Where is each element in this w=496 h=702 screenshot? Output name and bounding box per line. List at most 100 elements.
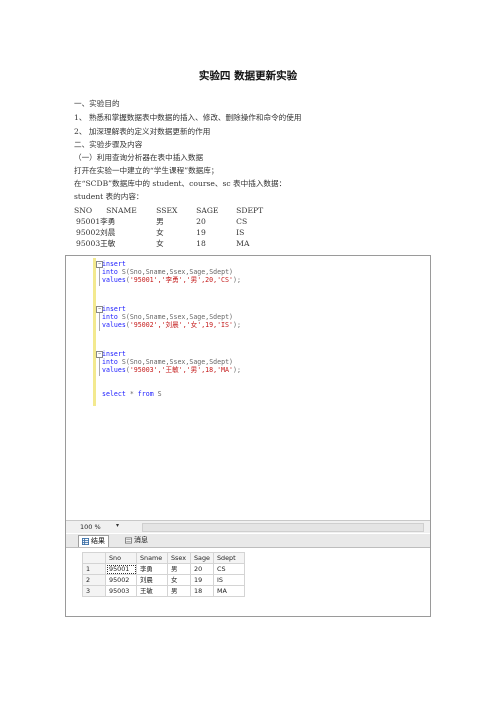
keyword: values xyxy=(102,366,126,374)
column-header[interactable]: Sdept xyxy=(213,552,245,564)
paren: ); xyxy=(232,276,241,284)
header-cell: SNO xyxy=(74,206,93,215)
tab-results-label: 结果 xyxy=(91,537,105,545)
cell: 刘晨 xyxy=(100,228,116,237)
keyword: select xyxy=(102,390,126,398)
code-line: values('95001','李勇','男',20,'CS'); xyxy=(102,276,241,284)
cell: CS xyxy=(236,217,248,226)
column-header[interactable]: Sno xyxy=(105,552,137,564)
grid-cell[interactable]: 19 xyxy=(190,574,214,586)
grid-icon xyxy=(82,537,89,545)
table-ref: S(Sno,Sname,Ssex,Sage,Sdept) xyxy=(121,358,234,366)
cell: 18 xyxy=(196,239,206,248)
grid-cell[interactable]: IS xyxy=(213,574,245,586)
fold-guide xyxy=(99,268,100,286)
grid-cell[interactable]: 李勇 xyxy=(136,563,168,575)
keyword: into xyxy=(102,268,118,276)
objective-2: 2、 加深理解表的定义对数据更新的作用 xyxy=(74,127,211,136)
instruction-insert: 在“SCDB”数据库中的 student、course、sc 表中插入数据： xyxy=(74,179,287,188)
cell: 女 xyxy=(156,239,164,248)
grid-cell[interactable]: 95002 xyxy=(105,574,137,586)
grid-cell[interactable]: 95003 xyxy=(105,585,137,597)
paren: ); xyxy=(232,321,241,329)
code-line: into S(Sno,Sname,Ssex,Sage,Sdept) xyxy=(102,358,233,366)
paren: ); xyxy=(232,366,241,374)
code-line: select * from S xyxy=(102,390,162,398)
code-line: insert xyxy=(102,260,126,268)
cell: 20 xyxy=(196,217,206,226)
tab-results[interactable]: 结果 xyxy=(78,535,109,547)
grid-row[interactable]: 3 95003 王敏 男 18 MA xyxy=(82,585,245,597)
results-tabs: 结果 消息 xyxy=(66,534,430,548)
header-cell: SNAME xyxy=(106,206,137,215)
section-heading-steps: 二、实验步骤及内容 xyxy=(74,140,143,149)
column-header[interactable]: Sname xyxy=(136,552,168,564)
student-row: 95002 刘晨 女 19 IS xyxy=(74,227,263,238)
keyword: values xyxy=(102,276,126,284)
zoom-bar: 100 % ▾ xyxy=(66,520,430,533)
cell: 李勇 xyxy=(100,217,116,226)
grid-cell[interactable]: 女 xyxy=(167,574,191,586)
grid-cell[interactable]: 男 xyxy=(167,563,191,575)
header-cell: SAGE xyxy=(196,206,219,215)
sql-editor[interactable]: − insert into S(Sno,Sname,Ssex,Sage,Sdep… xyxy=(66,256,430,520)
chevron-down-icon[interactable]: ▾ xyxy=(116,522,119,529)
values-literal: '95002','刘晨','女',19,'IS' xyxy=(129,321,233,329)
grid-cell[interactable]: 20 xyxy=(190,563,214,575)
header-cell: SSEX xyxy=(156,206,178,215)
fold-guide xyxy=(99,313,100,331)
tab-messages[interactable]: 消息 xyxy=(122,535,151,546)
keyword: insert xyxy=(102,260,126,268)
cell: IS xyxy=(236,228,245,237)
cell: 95002 xyxy=(76,228,101,237)
grid-cell[interactable]: MA xyxy=(213,585,245,597)
code-line: values('95002','刘晨','女',19,'IS'); xyxy=(102,321,241,329)
grid-cell[interactable]: CS xyxy=(213,563,245,575)
code-line: into S(Sno,Sname,Ssex,Sage,Sdept) xyxy=(102,268,233,276)
cell: 女 xyxy=(156,228,164,237)
row-number-header xyxy=(82,552,106,564)
grid-cell[interactable]: 95001 xyxy=(105,563,137,575)
row-number[interactable]: 2 xyxy=(82,574,106,586)
grid-row[interactable]: 2 95002 刘晨 女 19 IS xyxy=(82,574,245,586)
column-header[interactable]: Ssex xyxy=(167,552,191,564)
instruction-open-db: 打开在实验一中建立的“学生课程”数据库； xyxy=(74,166,219,175)
code-line: values('95003','王敏','男',18,'MA'); xyxy=(102,366,241,374)
student-row: 95003 王敏 女 18 MA xyxy=(74,238,263,249)
values-literal: '95003','王敏','男',18,'MA' xyxy=(129,366,233,374)
row-number[interactable]: 3 xyxy=(82,585,106,597)
cell: 男 xyxy=(156,217,164,226)
column-header[interactable]: Sage xyxy=(190,552,214,564)
change-marker xyxy=(93,258,96,406)
horizontal-scrollbar[interactable] xyxy=(142,523,424,532)
keyword: from xyxy=(137,390,154,398)
zoom-select[interactable]: 100 % xyxy=(80,523,101,531)
keyword: insert xyxy=(102,305,126,313)
row-number[interactable]: 1 xyxy=(82,563,106,575)
keyword: insert xyxy=(102,350,126,358)
message-icon xyxy=(125,536,132,544)
code-line: insert xyxy=(102,350,126,358)
code-line: insert xyxy=(102,305,126,313)
grid-cell[interactable]: 男 xyxy=(167,585,191,597)
tab-messages-label: 消息 xyxy=(134,536,148,544)
subsection-heading: （一）利用查询分析器在表中插入数据 xyxy=(74,153,204,162)
grid-row[interactable]: 1 95001 李勇 男 20 CS xyxy=(82,563,245,575)
cell: 95003 xyxy=(76,239,101,248)
cell: 19 xyxy=(196,228,206,237)
doc-title: 实验四 数据更新实验 xyxy=(198,70,298,82)
grid-cell[interactable]: 刘晨 xyxy=(136,574,168,586)
table-ref: S xyxy=(157,390,162,398)
code-line: into S(Sno,Sname,Ssex,Sage,Sdept) xyxy=(102,313,233,321)
student-table-header: SNO SNAME SSEX SAGE SDEPT xyxy=(74,205,263,216)
grid-cell[interactable]: 18 xyxy=(190,585,214,597)
table-ref: S(Sno,Sname,Ssex,Sage,Sdept) xyxy=(121,268,234,276)
keyword: into xyxy=(102,358,118,366)
objective-1: 1、 熟悉和掌握数据表中数据的插入、修改、删除操作和命令的使用 xyxy=(74,113,302,122)
student-table: SNO SNAME SSEX SAGE SDEPT 95001 李勇 男 20 … xyxy=(74,205,263,249)
grid-header-row: Sno Sname Ssex Sage Sdept xyxy=(82,552,245,564)
header-cell: SDEPT xyxy=(236,206,264,215)
grid-cell[interactable]: 王敏 xyxy=(136,585,168,597)
fold-guide xyxy=(99,358,100,376)
cell: 王敏 xyxy=(100,239,116,248)
